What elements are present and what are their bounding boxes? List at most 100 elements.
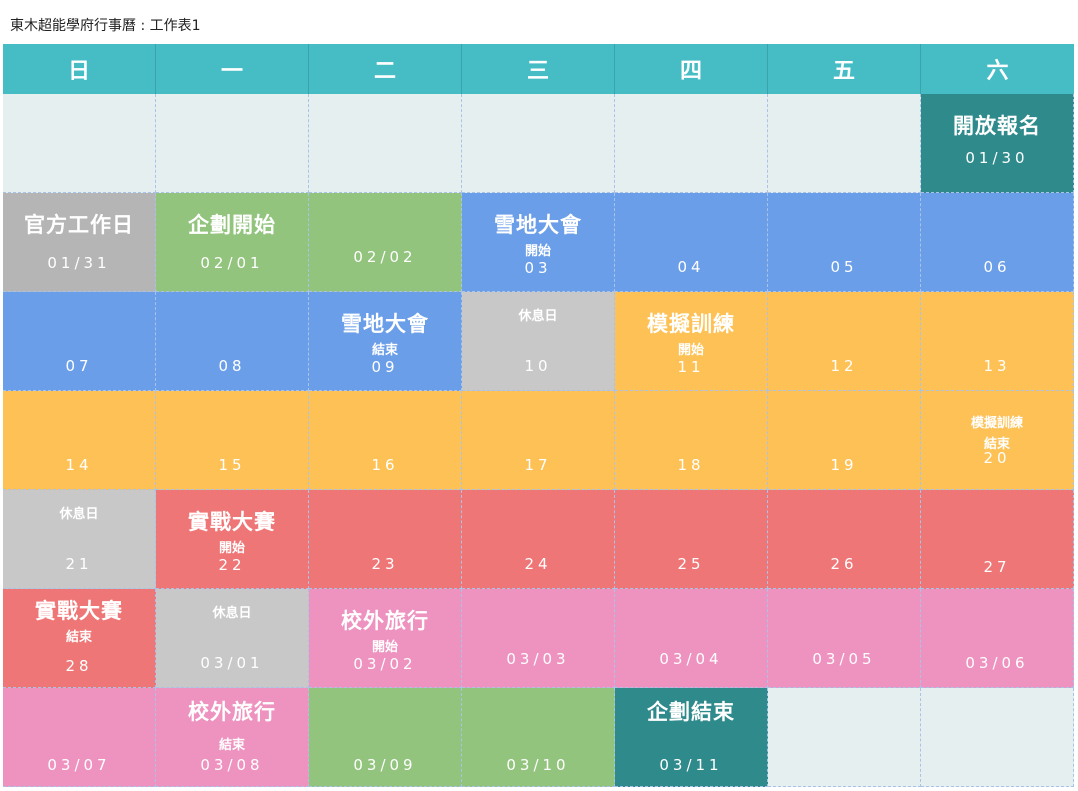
weekday-sun: 日: [3, 44, 156, 94]
cell-date: 10: [524, 357, 552, 375]
calendar-cell-0205[interactable]: 05: [768, 193, 921, 292]
cell-date: 13: [983, 357, 1011, 375]
cell-date: 03/11: [659, 756, 723, 774]
calendar-cell[interactable]: [309, 94, 462, 193]
weekday-mon: 一: [156, 44, 309, 94]
event-subtitle: 結束: [371, 343, 398, 358]
calendar-cell-0210[interactable]: 休息日 10: [462, 292, 615, 391]
calendar-cell-0216[interactable]: 16: [309, 391, 462, 490]
cell-date: 21: [65, 555, 93, 573]
cell-date: 03/08: [200, 756, 264, 774]
cell-date: 16: [371, 456, 399, 474]
calendar-cell-0209[interactable]: 雪地大會 結束 09: [309, 292, 462, 391]
calendar-cell-0201[interactable]: 企劃開始 02/01: [156, 193, 309, 292]
cell-date: 20: [983, 449, 1011, 467]
calendar-cell-0224[interactable]: 24: [462, 490, 615, 589]
calendar-cell-0301[interactable]: 休息日 03/01: [156, 589, 309, 688]
calendar-cell-0208[interactable]: 08: [156, 292, 309, 391]
calendar-cell-0226[interactable]: 26: [768, 490, 921, 589]
weekday-tue: 二: [309, 44, 462, 94]
event-title: 校外旅行: [188, 700, 276, 724]
calendar-cell-0228[interactable]: 實戰大賽 結束 28: [3, 589, 156, 688]
cell-date: 27: [983, 558, 1011, 576]
cell-date: 03/09: [353, 756, 417, 774]
sheet-title: 東木超能學府行事曆 : 工作表1: [10, 18, 201, 34]
cell-date: 03/04: [659, 650, 723, 668]
cell-date: 03: [524, 259, 552, 277]
cell-date: 18: [677, 456, 705, 474]
event-title: 實戰大賽: [188, 510, 276, 534]
calendar-cell-0310[interactable]: 03/10: [462, 688, 615, 787]
calendar-cell-0131[interactable]: 官方工作日 01/31: [3, 193, 156, 292]
event-subtitle: 開始: [524, 244, 551, 259]
calendar-cell-0218[interactable]: 18: [615, 391, 768, 490]
calendar-cell[interactable]: [615, 94, 768, 193]
calendar-cell-0212[interactable]: 12: [768, 292, 921, 391]
calendar-cell-0220[interactable]: 模擬訓練 結束 20: [921, 391, 1074, 490]
weekday-thu: 四: [615, 44, 768, 94]
calendar-cell-0303[interactable]: 03/03: [462, 589, 615, 688]
calendar-cell-0204[interactable]: 04: [615, 193, 768, 292]
calendar-cell[interactable]: [768, 688, 921, 787]
calendar-cell-0309[interactable]: 03/09: [309, 688, 462, 787]
event-note: 休息日: [518, 309, 558, 324]
calendar-cell-0207[interactable]: 07: [3, 292, 156, 391]
cell-date: 15: [218, 456, 246, 474]
calendar-cell-0217[interactable]: 17: [462, 391, 615, 490]
cell-date: 26: [830, 555, 858, 573]
event-title: 模擬訓練: [647, 312, 735, 336]
cell-date: 01/31: [47, 254, 111, 272]
calendar-cell-0219[interactable]: 19: [768, 391, 921, 490]
cell-date: 03/06: [965, 654, 1029, 672]
event-note: 休息日: [212, 606, 252, 621]
calendar-cell[interactable]: [3, 94, 156, 193]
calendar-cell-0203[interactable]: 雪地大會 開始 03: [462, 193, 615, 292]
event-subtitle: 開始: [218, 541, 245, 556]
calendar-cell[interactable]: [156, 94, 309, 193]
cell-date: 03/07: [47, 756, 111, 774]
calendar-cell-0222[interactable]: 實戰大賽 開始 22: [156, 490, 309, 589]
calendar-cell[interactable]: [462, 94, 615, 193]
cell-date: 23: [371, 555, 399, 573]
calendar-cell-0304[interactable]: 03/04: [615, 589, 768, 688]
calendar-cell[interactable]: [921, 688, 1074, 787]
calendar-cell-0308[interactable]: 校外旅行 結束 03/08: [156, 688, 309, 787]
calendar-cell-0221[interactable]: 休息日 21: [3, 490, 156, 589]
calendar-cell-0213[interactable]: 13: [921, 292, 1074, 391]
cell-date: 04: [677, 258, 705, 276]
calendar-cell-0130[interactable]: 開放報名 01/30: [921, 94, 1074, 193]
calendar-cell-0206[interactable]: 06: [921, 193, 1074, 292]
calendar-cell-0215[interactable]: 15: [156, 391, 309, 490]
cell-date: 07: [65, 357, 93, 375]
cell-date: 02/02: [353, 248, 417, 266]
cell-date: 03/10: [506, 756, 570, 774]
event-title: 校外旅行: [341, 609, 429, 633]
calendar-cell-0305[interactable]: 03/05: [768, 589, 921, 688]
cell-date: 17: [524, 456, 552, 474]
event-subtitle: 結束: [65, 630, 92, 645]
calendar-cell-0227[interactable]: 27: [921, 490, 1074, 589]
calendar-cell-0302[interactable]: 校外旅行 開始 03/02: [309, 589, 462, 688]
cell-date: 03/01: [200, 654, 264, 672]
calendar-grid: 開放報名 01/30 官方工作日 01/31 企劃開始 02/01 02/02 …: [3, 94, 1074, 787]
cell-date: 03/05: [812, 650, 876, 668]
weekday-fri: 五: [768, 44, 921, 94]
calendar-cell-0307[interactable]: 03/07: [3, 688, 156, 787]
calendar-cell-0202[interactable]: 02/02: [309, 193, 462, 292]
calendar-cell-0225[interactable]: 25: [615, 490, 768, 589]
calendar-cell-0223[interactable]: 23: [309, 490, 462, 589]
event-note: 休息日: [59, 507, 99, 522]
cell-date: 09: [371, 358, 399, 376]
weekday-header: 日 一 二 三 四 五 六: [3, 44, 1074, 94]
cell-date: 01/30: [965, 149, 1029, 167]
cell-date: 12: [830, 357, 858, 375]
calendar-cell-0214[interactable]: 14: [3, 391, 156, 490]
calendar-cell[interactable]: [768, 94, 921, 193]
cell-date: 19: [830, 456, 858, 474]
event-title: 官方工作日: [24, 213, 134, 237]
calendar-cell-0306[interactable]: 03/06: [921, 589, 1074, 688]
calendar-cell-0211[interactable]: 模擬訓練 開始 11: [615, 292, 768, 391]
event-title: 企劃結束: [647, 700, 735, 724]
event-title: 雪地大會: [341, 312, 429, 336]
calendar-cell-0311[interactable]: 企劃結束 03/11: [615, 688, 768, 787]
